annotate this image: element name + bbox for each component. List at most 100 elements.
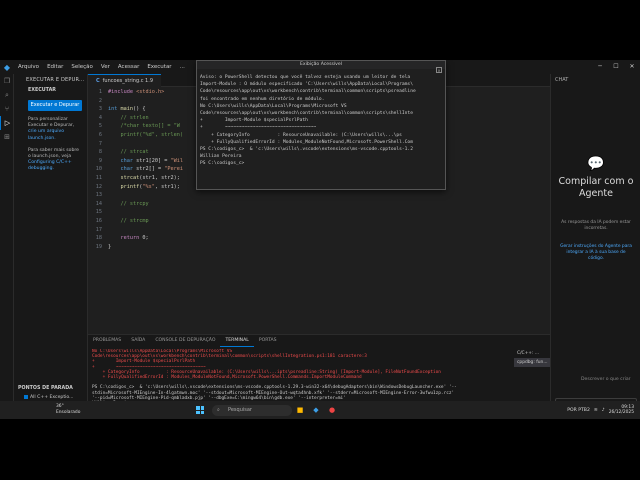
file-explorer-icon[interactable]: ■ [293, 403, 307, 417]
code-token: <stdio.h> [136, 89, 165, 95]
menu-arquivo[interactable]: Arquivo [14, 64, 43, 70]
run-and-debug-button[interactable]: Executar e Depurar [28, 100, 82, 111]
dialog-close-icon[interactable]: × [436, 67, 442, 73]
code-line[interactable]: 14 // strcpy [88, 200, 550, 209]
menu-ver[interactable]: Ver [97, 64, 114, 70]
code-line[interactable]: 13 [88, 191, 550, 200]
code-token: // strcmp [108, 217, 149, 224]
code-token: "%s" [142, 183, 155, 190]
weather-text: Ensolarado [56, 409, 81, 415]
dialog-line: PS C:\codigos_c> & 'c:\Users\wills\.vsco… [200, 147, 413, 153]
dialog-line: + FullyQualifiedErrorId : Modules_Module… [200, 139, 413, 145]
line-number: 8 [98, 149, 102, 156]
configuring-debugging-link[interactable]: Configuring C/C++ debugging. [28, 160, 72, 171]
chat-instructions: Gerar instruções do Agente para integrar… [559, 244, 633, 262]
chat-title: Compilar com o Agente [558, 176, 634, 199]
menu-acessar[interactable]: Acessar [114, 64, 143, 70]
dialog-line: + ~~~~~~~~~~~~~~~~~~~~~~~~~~~~~~~~~ [200, 125, 317, 131]
code-line[interactable]: 16 // strcmp [88, 217, 550, 226]
line-number: 16 [95, 217, 102, 224]
sidebar-help-text-2: Para saber mais sobre o launch.json, vej… [14, 148, 87, 173]
search-icon[interactable]: ⌕ [0, 88, 14, 102]
tray-lang-bottom: PTB2 [578, 407, 590, 413]
taskbar-search[interactable]: ⌕ Pesquisar [212, 404, 292, 416]
line-number: 14 [95, 200, 102, 207]
dialog-title: Exibição Acessível [197, 61, 445, 69]
wifi-icon[interactable]: ≋ [594, 408, 598, 413]
checkbox-icon[interactable] [24, 394, 28, 399]
code-line[interactable]: 15 [88, 208, 550, 217]
tab-terminal[interactable]: TERMINAL [220, 335, 254, 347]
code-line[interactable]: 19} [88, 243, 550, 252]
dialog-line: Aviso: o PowerShell detectou que você ta… [200, 75, 411, 80]
browser-icon[interactable]: ● [325, 403, 339, 417]
dialog-line: foi encontrado em nenhum diretório de mó… [200, 96, 325, 102]
explorer-icon[interactable]: ❐ [0, 74, 14, 88]
volume-icon[interactable]: ♪ [602, 408, 605, 413]
windows-taskbar-wrap: 36° Ensolarado ⌕ Pesquisar ■ ◆ ● POR PTB2 … [0, 401, 640, 419]
line-number: 2 [98, 97, 102, 104]
extensions-icon[interactable]: ⊞ [0, 130, 14, 144]
line-number: 10 [95, 166, 102, 173]
line-number: 17 [95, 226, 102, 233]
source-control-icon[interactable]: ⑂ [0, 102, 14, 116]
terminal-line: PS C:\codigos_c> & 'c:\Users\wills\.vsco… [92, 385, 457, 391]
system-tray: POR PTB2 ≋ ♪ 09:13 26/12/2025 [567, 405, 640, 416]
weather-widget[interactable]: 36° Ensolarado [56, 404, 80, 415]
dialog-line: Code\resources\app\out\vs\workbench\cont… [200, 89, 416, 95]
code-token: #include [108, 89, 137, 95]
line-number: 15 [95, 209, 102, 216]
terminal-list-item[interactable]: C/C++: ... [514, 349, 550, 358]
tab-portas[interactable]: PORTAS [254, 335, 282, 347]
code-line[interactable]: 17 [88, 226, 550, 235]
letterbox-top [0, 0, 640, 60]
dialog-line: + CategoryInfo : ResourceUnavailable: (C… [200, 132, 402, 138]
c-file-icon: C [96, 78, 100, 84]
breakpoints-header[interactable]: PONTOS DE PARADA [14, 384, 88, 394]
code-token: printf("%d", strlen( [108, 131, 183, 138]
generate-instructions-link[interactable]: Gerar instruções do Agente para integrar… [560, 244, 632, 261]
terminal-output[interactable]: No C:\Users\wills\AppData\Local\Programs… [92, 349, 510, 406]
close-icon[interactable]: ✕ [624, 60, 640, 74]
start-icon[interactable] [196, 406, 204, 414]
code-token: strcat [108, 174, 140, 181]
dialog-line: No C:\Users\wills\AppData\Local\Programs… [200, 103, 347, 109]
code-line[interactable]: 18 return 0; [88, 234, 550, 243]
bottom-panel: PROBLEMAS SAÍDA CONSOLE DE DEPURAÇÃO TER… [88, 334, 550, 406]
code-token: str2[] = [136, 166, 165, 173]
code-token: char [108, 166, 137, 173]
search-icon: ⌕ [217, 406, 220, 413]
menu-more[interactable]: ... [176, 64, 189, 70]
chat-panel: CHAT 💬 Compilar com o Agente As resposta… [550, 74, 640, 414]
line-number: 3 [98, 106, 102, 113]
tab-saida[interactable]: SAÍDA [126, 335, 150, 347]
tab-funcoes-string[interactable]: Cfuncoes_string.c 1.9 [88, 74, 161, 87]
dialog-content[interactable]: Aviso: o PowerShell detectou que você ta… [197, 69, 445, 168]
terminal-list-item[interactable]: cppdbg: fun... [514, 358, 550, 367]
clock[interactable]: 09:13 26/12/2025 [609, 405, 634, 416]
dialog-line: PS C:\codigos_c> [200, 161, 245, 167]
windows-taskbar: 36° Ensolarado ⌕ Pesquisar ■ ◆ ● POR PTB2 … [0, 401, 640, 419]
menu-executar[interactable]: Executar [143, 64, 175, 70]
tab-problemas[interactable]: PROBLEMAS [88, 335, 126, 347]
vscode-taskbar-icon[interactable]: ◆ [309, 403, 323, 417]
minimize-icon[interactable]: ─ [592, 60, 608, 74]
tab-console-depuracao[interactable]: CONSOLE DE DEPURAÇÃO [150, 335, 220, 347]
create-launch-json-link[interactable]: crie um arquivo launch.json. [28, 129, 64, 140]
maximize-icon[interactable]: ☐ [608, 60, 624, 74]
breakpoint-label: All C++ Exceptio... [30, 395, 74, 400]
chat-input-placeholder: Descrever o que criar [581, 377, 631, 382]
run-debug-icon[interactable]: ▷ [0, 116, 14, 130]
menu-selecao[interactable]: Seleção [67, 64, 97, 70]
accessible-view-dialog: Exibição Acessível × Aviso: o PowerShell… [196, 60, 446, 190]
line-number: 18 [95, 235, 102, 242]
sidebar-section-executar[interactable]: EXECUTAR [14, 86, 87, 96]
line-number: 1 [98, 89, 102, 95]
tray-lang[interactable]: POR PTB2 [567, 408, 590, 413]
dialog-line: Code\resources\app\out\vs\workbench\cont… [200, 111, 413, 117]
menu-editar[interactable]: Editar [43, 64, 67, 70]
clock-time: 09:13 [621, 404, 634, 410]
dialog-line: Import-Module : O módulo especificado 'C… [200, 82, 413, 88]
line-number: 5 [98, 123, 102, 130]
code-token: "Wil [170, 157, 183, 164]
